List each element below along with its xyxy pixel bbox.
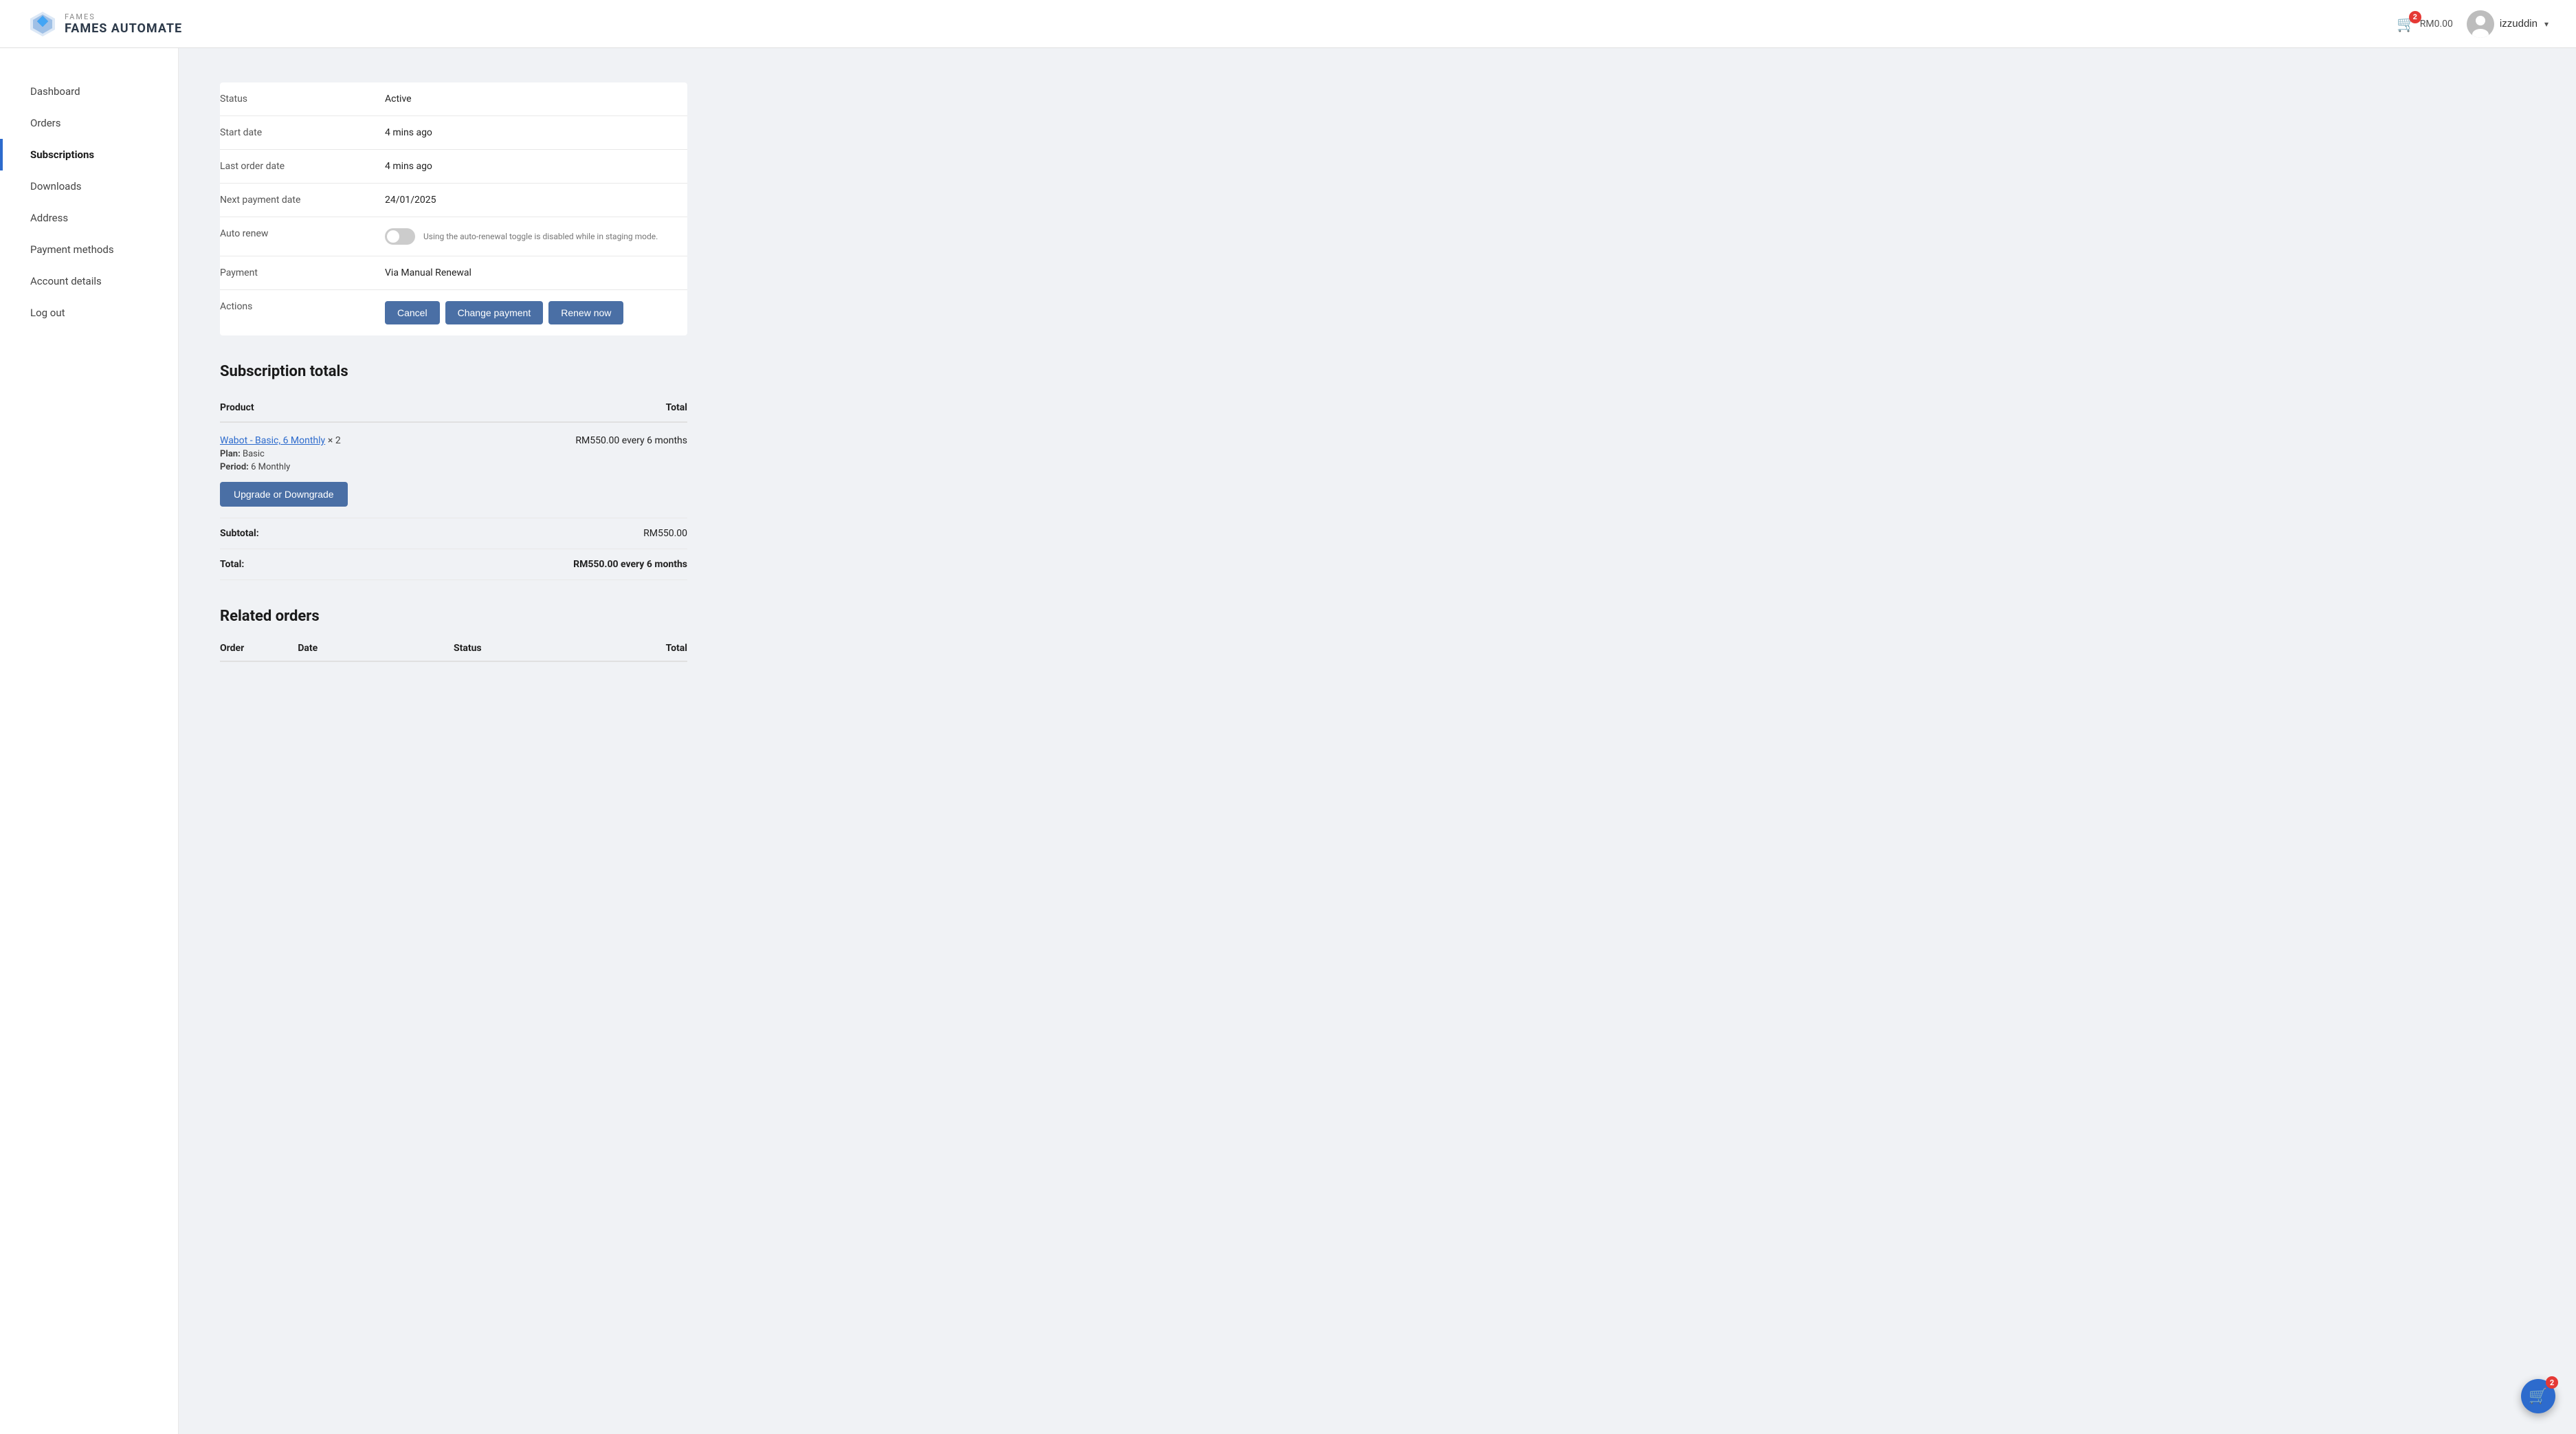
last-order-date-label: Last order date bbox=[220, 161, 371, 172]
upgrade-downgrade-button[interactable]: Upgrade or Downgrade bbox=[220, 482, 348, 507]
total-row: Total: RM550.00 every 6 months bbox=[220, 549, 687, 580]
auto-renew-value: Using the auto-renewal toggle is disable… bbox=[385, 228, 687, 245]
total-column-header: Total bbox=[531, 402, 687, 413]
product-quantity: × 2 bbox=[328, 435, 341, 446]
change-payment-button[interactable]: Change payment bbox=[445, 301, 544, 324]
next-payment-date-value: 24/01/2025 bbox=[385, 195, 687, 206]
next-payment-date-row: Next payment date 24/01/2025 bbox=[220, 184, 687, 217]
auto-renew-row: Auto renew Using the auto-renewal toggle… bbox=[220, 217, 687, 256]
status-column-header: Status bbox=[454, 643, 610, 654]
start-date-row: Start date 4 mins ago bbox=[220, 116, 687, 150]
floating-cart-badge: 2 bbox=[2546, 1376, 2558, 1389]
sidebar-item-payment-methods[interactable]: Payment methods bbox=[0, 234, 178, 265]
last-order-date-row: Last order date 4 mins ago bbox=[220, 150, 687, 184]
user-menu-button[interactable]: izzuddin ▾ bbox=[2467, 10, 2549, 38]
header-right: 🛒 2 RM0.00 izzuddin ▾ bbox=[2397, 10, 2549, 38]
start-date-value: 4 mins ago bbox=[385, 127, 687, 138]
related-orders-header: Order Date Status Total bbox=[220, 636, 687, 662]
subtotal-row: Subtotal: RM550.00 bbox=[220, 518, 687, 549]
plan-value: Basic bbox=[243, 449, 265, 459]
actions-row: Actions Cancel Change payment Renew now bbox=[220, 290, 687, 335]
status-row: Status Active bbox=[220, 82, 687, 116]
sidebar-item-subscriptions[interactable]: Subscriptions bbox=[0, 139, 178, 170]
sidebar-item-dashboard[interactable]: Dashboard bbox=[0, 76, 178, 107]
next-payment-date-label: Next payment date bbox=[220, 195, 371, 206]
sidebar-item-account-details[interactable]: Account details bbox=[0, 265, 178, 297]
subtotal-label: Subtotal: bbox=[220, 528, 531, 539]
plan-label: Plan: bbox=[220, 449, 241, 459]
username: izzuddin bbox=[2500, 18, 2538, 30]
cart-badge: 2 bbox=[2409, 11, 2421, 23]
cart-button[interactable]: 🛒 2 bbox=[2397, 15, 2415, 33]
logo: FAMES FAMES AUTOMATE bbox=[27, 9, 182, 39]
main-content: Status Active Start date 4 mins ago Last… bbox=[179, 48, 2576, 1434]
renew-now-button[interactable]: Renew now bbox=[548, 301, 623, 324]
action-buttons: Cancel Change payment Renew now bbox=[385, 301, 687, 324]
upgrade-downgrade-container: Upgrade or Downgrade bbox=[220, 482, 531, 507]
product-plan: Plan: Basic bbox=[220, 449, 531, 459]
product-column-header: Product bbox=[220, 402, 531, 413]
actions-value: Cancel Change payment Renew now bbox=[385, 301, 687, 324]
cancel-button[interactable]: Cancel bbox=[385, 301, 440, 324]
header: FAMES FAMES AUTOMATE 🛒 2 RM0.00 izzuddin… bbox=[0, 0, 2576, 48]
product-link[interactable]: Wabot - Basic, 6 Monthly bbox=[220, 435, 325, 446]
product-total: RM550.00 every 6 months bbox=[531, 434, 687, 446]
floating-cart-icon: 🛒 bbox=[2529, 1388, 2547, 1405]
total-column-header-related: Total bbox=[610, 643, 687, 654]
toggle-note: Using the auto-renewal toggle is disable… bbox=[423, 232, 658, 241]
auto-renew-toggle-container: Using the auto-renewal toggle is disable… bbox=[385, 228, 687, 245]
last-order-date-value: 4 mins ago bbox=[385, 161, 687, 172]
floating-cart-button[interactable]: 🛒 2 bbox=[2521, 1379, 2555, 1413]
logo-brand: FAMES AUTOMATE bbox=[65, 21, 182, 36]
sidebar-item-log-out[interactable]: Log out bbox=[0, 297, 178, 329]
sidebar-item-downloads[interactable]: Downloads bbox=[0, 170, 178, 202]
subscription-info-table: Status Active Start date 4 mins ago Last… bbox=[220, 82, 687, 335]
cart-amount: RM0.00 bbox=[2420, 19, 2453, 30]
period-value: 6 Monthly bbox=[251, 462, 290, 472]
payment-label: Payment bbox=[220, 267, 371, 278]
logo-icon bbox=[27, 9, 58, 39]
product-info: Wabot - Basic, 6 Monthly × 2 Plan: Basic… bbox=[220, 434, 531, 507]
logo-subtitle: FAMES bbox=[65, 12, 182, 21]
payment-row: Payment Via Manual Renewal bbox=[220, 256, 687, 290]
actions-label: Actions bbox=[220, 301, 371, 312]
main-layout: Dashboard Orders Subscriptions Downloads… bbox=[0, 48, 2576, 1434]
totals-header: Product Total bbox=[220, 394, 687, 423]
product-row: Wabot - Basic, 6 Monthly × 2 Plan: Basic… bbox=[220, 423, 687, 518]
sidebar: Dashboard Orders Subscriptions Downloads… bbox=[0, 48, 179, 1434]
subtotal-value: RM550.00 bbox=[531, 528, 687, 539]
payment-value: Via Manual Renewal bbox=[385, 267, 687, 278]
subscription-totals-section: Product Total Wabot - Basic, 6 Monthly ×… bbox=[220, 394, 687, 580]
start-date-label: Start date bbox=[220, 127, 371, 138]
auto-renew-label: Auto renew bbox=[220, 228, 371, 239]
auto-renew-toggle[interactable] bbox=[385, 228, 415, 245]
status-label: Status bbox=[220, 93, 371, 104]
toggle-knob bbox=[387, 230, 399, 243]
sidebar-item-address[interactable]: Address bbox=[0, 202, 178, 234]
product-name-line: Wabot - Basic, 6 Monthly × 2 bbox=[220, 434, 531, 446]
date-column-header: Date bbox=[298, 643, 454, 654]
sidebar-item-orders[interactable]: Orders bbox=[0, 107, 178, 139]
total-label: Total: bbox=[220, 559, 531, 570]
avatar bbox=[2467, 10, 2494, 38]
subscription-totals-title: Subscription totals bbox=[220, 363, 2535, 380]
order-column-header: Order bbox=[220, 643, 298, 654]
total-value: RM550.00 every 6 months bbox=[531, 559, 687, 570]
chevron-down-icon: ▾ bbox=[2544, 19, 2549, 29]
related-orders-title: Related orders bbox=[220, 608, 2535, 625]
product-period: Period: 6 Monthly bbox=[220, 462, 531, 472]
status-value: Active bbox=[385, 93, 687, 104]
period-label: Period: bbox=[220, 462, 249, 472]
